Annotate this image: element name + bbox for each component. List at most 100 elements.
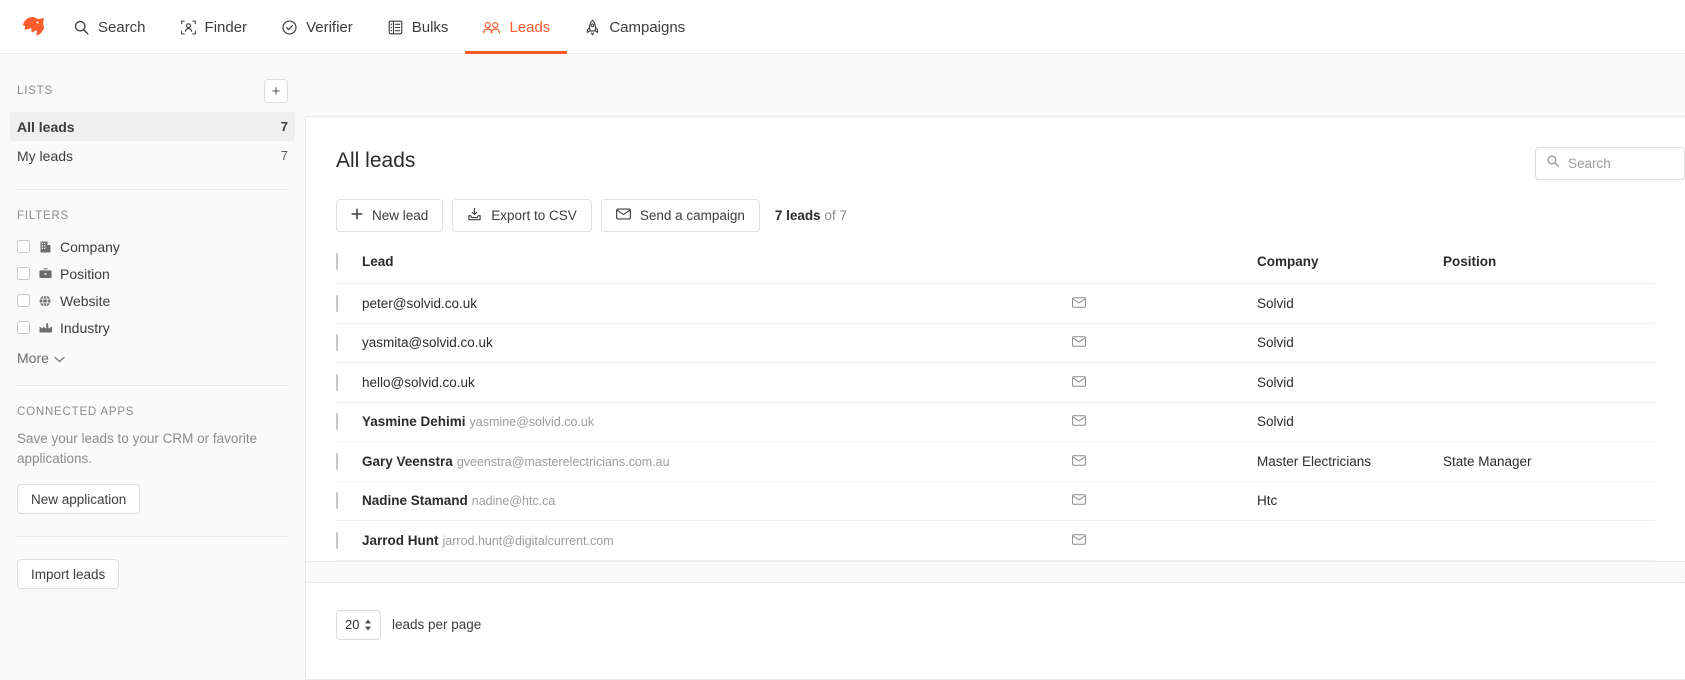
mail-status-cell	[1072, 481, 1257, 521]
briefcase-icon	[38, 267, 52, 280]
envelope-icon[interactable]	[1072, 415, 1086, 426]
filter-industry[interactable]: Industry	[17, 314, 288, 341]
search-icon	[1546, 154, 1560, 173]
mail-status-cell	[1072, 362, 1257, 403]
filter-checkbox[interactable]	[17, 321, 30, 334]
company-cell: Solvid	[1257, 323, 1443, 363]
filter-checkbox[interactable]	[17, 240, 30, 253]
nav-item-leads[interactable]: Leads	[465, 0, 568, 54]
mail-status-cell	[1072, 441, 1257, 482]
table-row[interactable]: Jarrod Hunt jarrod.hunt@digitalcurrent.co…	[336, 520, 1655, 561]
row-checkbox-cell	[336, 283, 362, 324]
table-body: peter@solvid.co.uk Solvid yasmita@solvid…	[336, 283, 1655, 561]
nav-item-verifier[interactable]: Verifier	[264, 0, 370, 54]
filter-website[interactable]: Website	[17, 287, 288, 314]
table-row[interactable]: Gary Veenstra gveenstra@masterelectrician…	[336, 441, 1655, 482]
filter-label: Website	[60, 292, 111, 309]
more-filters-toggle[interactable]: More	[17, 341, 288, 366]
lead-name: Nadine Stamand	[362, 493, 468, 509]
filter-checkbox[interactable]	[17, 267, 30, 280]
nav-item-label: Verifier	[306, 18, 353, 36]
sidebar-item-all-leads[interactable]: All leads 7	[10, 112, 295, 141]
envelope-icon[interactable]	[1072, 455, 1086, 466]
row-checkbox[interactable]	[336, 531, 338, 549]
add-list-button[interactable]: +	[264, 79, 288, 103]
table-row[interactable]: hello@solvid.co.uk Solvid	[336, 362, 1655, 403]
select-all-checkbox[interactable]	[336, 253, 338, 270]
filter-company[interactable]: Company	[17, 233, 288, 260]
envelope-icon[interactable]	[1072, 336, 1086, 347]
row-checkbox-cell	[336, 362, 362, 403]
row-checkbox[interactable]	[336, 373, 338, 391]
export-csv-button[interactable]: Export to CSV	[452, 199, 592, 232]
row-checkbox[interactable]	[336, 334, 338, 352]
envelope-icon[interactable]	[1072, 297, 1086, 308]
leads-card: All leads Search New lead Export to CSV …	[305, 116, 1685, 680]
nav-item-finder[interactable]: Finder	[163, 0, 265, 54]
send-campaign-label: Send a campaign	[639, 208, 745, 223]
hunter-logo-icon[interactable]	[10, 0, 56, 53]
position-cell: State Manager	[1443, 441, 1655, 482]
sidebar-item-label: All leads	[17, 118, 75, 135]
position-cell	[1443, 323, 1655, 363]
verifier-icon	[281, 19, 298, 36]
filter-position[interactable]: Position	[17, 260, 288, 287]
sidebar: LISTS + All leads 7 My leads 7 FILTERS C…	[0, 54, 305, 680]
envelope-icon[interactable]	[1072, 534, 1086, 545]
company-cell	[1257, 520, 1443, 561]
leads-icon	[482, 19, 501, 36]
row-checkbox[interactable]	[336, 413, 338, 431]
table-row[interactable]: peter@solvid.co.uk Solvid	[336, 283, 1655, 324]
mail-status-cell	[1072, 323, 1257, 363]
sidebar-item-count: 7	[280, 119, 288, 134]
leads-toolbar: New lead Export to CSV Send a campaign 7…	[336, 173, 1655, 232]
table-row[interactable]: yasmita@solvid.co.uk Solvid	[336, 323, 1655, 363]
new-lead-label: New lead	[372, 208, 429, 223]
nav-item-campaigns[interactable]: Campaigns	[567, 0, 702, 54]
new-application-button[interactable]: New application	[17, 484, 141, 515]
search-input[interactable]: Search	[1568, 156, 1611, 171]
lists-heading: LISTS	[17, 85, 53, 97]
lead-email: gveenstra@masterelectricians.com.au	[456, 454, 670, 469]
column-header-company[interactable]: Company	[1257, 254, 1443, 284]
leads-per-page-select[interactable]: 20	[336, 609, 381, 640]
top-navigation-bar: Search Finder Verifier Bulks Leads Campa…	[0, 0, 1685, 54]
lead-count-bold: 7 leads	[774, 208, 821, 223]
company-cell: Htc	[1257, 481, 1443, 521]
nav-item-label: Search	[98, 18, 146, 36]
row-checkbox[interactable]	[336, 452, 338, 470]
import-leads-button[interactable]: Import leads	[17, 559, 120, 590]
filter-checkbox[interactable]	[17, 294, 30, 307]
lead-cell: hello@solvid.co.uk	[362, 362, 1072, 403]
table-row[interactable]: Nadine Stamand nadine@htc.ca Htc	[336, 481, 1655, 521]
table-row[interactable]: Yasmine Dehimi yasmine@solvid.co.uk Solvi…	[336, 402, 1655, 442]
page-body: LISTS + All leads 7 My leads 7 FILTERS C…	[0, 54, 1685, 680]
page-title: All leads	[336, 149, 416, 172]
nav-item-search[interactable]: Search	[56, 0, 163, 54]
sidebar-item-my-leads[interactable]: My leads 7	[10, 141, 295, 170]
position-cell	[1443, 362, 1655, 403]
factory-icon	[38, 322, 52, 333]
envelope-icon[interactable]	[1072, 494, 1086, 505]
nav-item-bulks[interactable]: Bulks	[370, 0, 466, 54]
leads-per-page-label: leads per page	[392, 617, 482, 632]
new-lead-button[interactable]: New lead	[336, 199, 444, 232]
row-checkbox[interactable]	[336, 294, 338, 312]
company-cell: Master Electricians	[1257, 441, 1443, 482]
envelope-icon[interactable]	[1072, 376, 1086, 387]
nav-item-label: Finder	[204, 18, 248, 36]
lead-count-rest: of 7	[824, 208, 847, 223]
lead-email: peter@solvid.co.uk	[362, 295, 478, 311]
row-checkbox[interactable]	[336, 492, 338, 510]
send-campaign-button[interactable]: Send a campaign	[600, 199, 760, 232]
mail-status-cell	[1072, 283, 1257, 324]
sidebar-item-label: My leads	[17, 147, 74, 164]
column-header-position[interactable]: Position	[1443, 254, 1655, 284]
leads-table: Lead Company Position peter@solvid.co.uk	[336, 253, 1655, 561]
filter-label: Position	[60, 265, 110, 282]
lead-email: hello@solvid.co.uk	[362, 374, 475, 390]
column-header-lead[interactable]: Lead	[362, 254, 1072, 284]
search-box[interactable]: Search	[1535, 147, 1685, 180]
lead-cell: Gary Veenstra gveenstra@masterelectrician…	[362, 441, 1072, 482]
pagination-controls: 20 leads per page	[336, 583, 1655, 640]
